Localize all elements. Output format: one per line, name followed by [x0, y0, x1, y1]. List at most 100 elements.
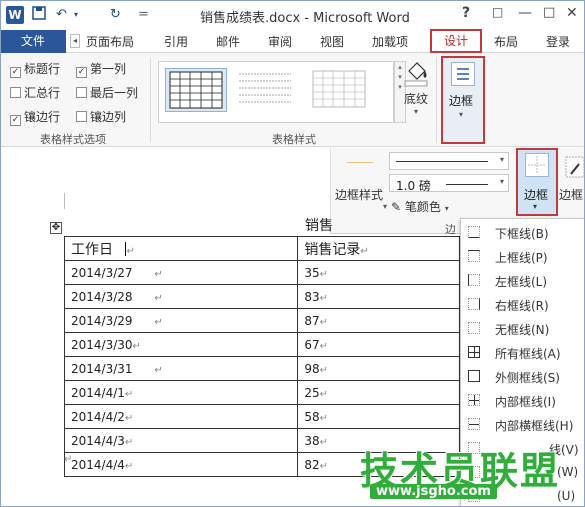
table-cell[interactable]: 87↵	[297, 308, 460, 333]
checkbox-banded-rows[interactable]: ✓ 镶边行	[10, 108, 60, 126]
checkbox-checked-icon: ✓	[76, 67, 87, 78]
table-cell[interactable]: 2014/3/30↵	[63, 332, 299, 357]
paragraph-mark: ↵	[64, 454, 73, 465]
table-cell[interactable]: 2014/4/3↵	[63, 428, 299, 453]
help-button[interactable]: ?	[462, 5, 470, 21]
checkbox-total-row[interactable]: 汇总行	[10, 84, 60, 101]
undo-icon[interactable]: ↶	[56, 6, 67, 24]
checkbox-last-column[interactable]: 最后一列	[76, 84, 138, 101]
line-style-select[interactable]: ▾	[389, 152, 509, 170]
customize-quick-access-icon[interactable]: =	[138, 6, 149, 24]
table-row: 2014/3/30↵ 67↵	[63, 332, 460, 357]
tab-mailings[interactable]: 邮件	[216, 33, 240, 50]
all-borders-icon	[468, 346, 480, 358]
tab-scroll-left-icon[interactable]: ◂	[70, 34, 80, 48]
redo-icon[interactable]: ↻	[110, 6, 121, 24]
chevron-down-icon: ▾	[383, 202, 388, 211]
checkbox-banded-columns[interactable]: 镶边列	[76, 108, 126, 125]
checkbox-checked-icon: ✓	[10, 67, 21, 78]
table-row: 2014/3/31 ↵ 98↵	[63, 356, 460, 381]
table-cell[interactable]: 2014/4/2↵	[63, 404, 299, 429]
menu-item-left-border[interactable]: 左框线(L)	[461, 268, 585, 292]
menu-item-all-borders[interactable]: 所有框线(A)	[461, 340, 585, 364]
menu-item-inside-horizontal-border[interactable]: 内部横框线(H)	[461, 412, 585, 436]
group-separator	[436, 57, 437, 143]
chevron-down-icon: ▾	[499, 177, 504, 186]
table-cell[interactable]: 2014/4/1↵	[63, 380, 299, 405]
tab-view[interactable]: 视图	[320, 33, 344, 50]
borders-dropdown-button[interactable]: 边框 ▾	[516, 148, 558, 216]
document-title-fragment: 销售	[305, 218, 333, 234]
table-cell[interactable]: 2014/3/27 ↵	[63, 260, 299, 285]
tab-layout[interactable]: 布局	[494, 33, 518, 50]
paint-bucket-icon	[398, 57, 434, 90]
border-styles-button[interactable]: 边框样式	[335, 186, 383, 203]
save-icon[interactable]	[32, 6, 46, 24]
maximize-button[interactable]: □	[543, 5, 555, 20]
tab-references[interactable]: 引用	[164, 33, 188, 50]
margin-marker	[64, 193, 65, 209]
table-row: 2014/4/1↵ 25↵	[63, 380, 460, 405]
table-cell[interactable]: 2014/4/4↵	[63, 452, 299, 477]
left-border-icon	[468, 274, 480, 286]
chevron-down-icon: ▾	[499, 155, 504, 164]
table-row: 2014/3/28 ↵ 83↵	[63, 284, 460, 309]
table-header-row: 工作日 ↵ 销售记录↵	[63, 236, 460, 261]
no-border-icon	[468, 322, 480, 334]
checkbox-unchecked-icon	[10, 87, 21, 98]
ribbon-display-options-button[interactable]: □	[492, 5, 503, 19]
inside-horizontal-border-icon	[468, 418, 480, 430]
menu-item-inside-borders[interactable]: 内部框线(I)	[461, 388, 585, 412]
table-move-handle-icon[interactable]: ✥	[50, 222, 62, 234]
table-cell[interactable]: 98↵	[297, 356, 460, 381]
menu-item-right-border[interactable]: 右框线(R)	[461, 292, 585, 316]
pen-color-button[interactable]: ✎ 笔颜色 ▾	[391, 198, 449, 215]
table-cell[interactable]: 2014/3/29 ↵	[63, 308, 299, 333]
tab-addins[interactable]: 加载项	[372, 33, 408, 50]
tab-review[interactable]: 审阅	[268, 33, 292, 50]
menu-item-no-border[interactable]: 无框线(N)	[461, 316, 585, 340]
chevron-down-icon: ▾	[444, 204, 449, 213]
table-style-light[interactable]	[235, 68, 297, 112]
menu-item-bottom-border[interactable]: 下框线(B)	[461, 220, 585, 244]
table-style-plain[interactable]	[309, 68, 371, 112]
table-row: 2014/3/27 ↵ 35↵	[63, 260, 460, 285]
login-link[interactable]: 登录	[546, 33, 570, 50]
table-style-grid[interactable]	[165, 68, 227, 112]
watermark-url: www.jsgho.com	[370, 484, 497, 499]
table-cell[interactable]: 83↵	[297, 284, 460, 309]
group-label-style-options: 表格样式选项	[40, 133, 106, 146]
outside-borders-icon	[468, 370, 480, 382]
table-header-cell[interactable]: 工作日 ↵	[63, 236, 299, 261]
borders-ribbon-button[interactable]: 边框 ▾	[441, 56, 485, 144]
table-cell[interactable]: 67↵	[297, 332, 460, 357]
table-cell[interactable]: 25↵	[297, 380, 460, 405]
table-cell[interactable]: 58↵	[297, 404, 460, 429]
title-bar: W ↶ ▾ ↻ = 销售成绩表.docx - Microsoft Word ? …	[0, 0, 585, 30]
table-cell[interactable]: 2014/3/28 ↵	[63, 284, 299, 309]
tab-page-layout[interactable]: 页面布局	[86, 33, 134, 50]
checkbox-first-column[interactable]: ✓ 第一列	[76, 60, 126, 78]
checkbox-checked-icon: ✓	[10, 115, 21, 126]
table-styles-gallery	[158, 61, 394, 123]
line-weight-select[interactable]: 1.0 磅 ▾	[389, 174, 509, 193]
close-button[interactable]: ✕	[566, 5, 578, 21]
tab-file[interactable]: 文件	[0, 30, 66, 53]
table-cell[interactable]: 35↵	[297, 260, 460, 285]
word-logo-icon: W	[6, 6, 24, 24]
menu-item-outside-borders[interactable]: 外侧框线(S)	[461, 364, 585, 388]
shading-button[interactable]: 底纹 ▾	[398, 57, 434, 116]
chevron-down-icon: ▾	[459, 110, 464, 119]
group-label-borders: 边	[445, 223, 456, 236]
tab-design[interactable]: 设计	[430, 29, 482, 53]
undo-dropdown-icon[interactable]: ▾	[74, 6, 78, 24]
border-lines-icon	[451, 62, 475, 86]
checkbox-unchecked-icon	[76, 111, 87, 122]
checkbox-header-row[interactable]: ✓ 标题行	[10, 60, 60, 78]
table-cell[interactable]: 2014/3/31 ↵	[63, 356, 299, 381]
minimize-button[interactable]: —	[518, 5, 532, 21]
table-header-cell[interactable]: 销售记录↵	[297, 236, 460, 261]
border-painter-button[interactable]: 边框	[559, 186, 583, 203]
bottom-border-icon	[468, 226, 480, 238]
menu-item-top-border[interactable]: 上框线(P)	[461, 244, 585, 268]
